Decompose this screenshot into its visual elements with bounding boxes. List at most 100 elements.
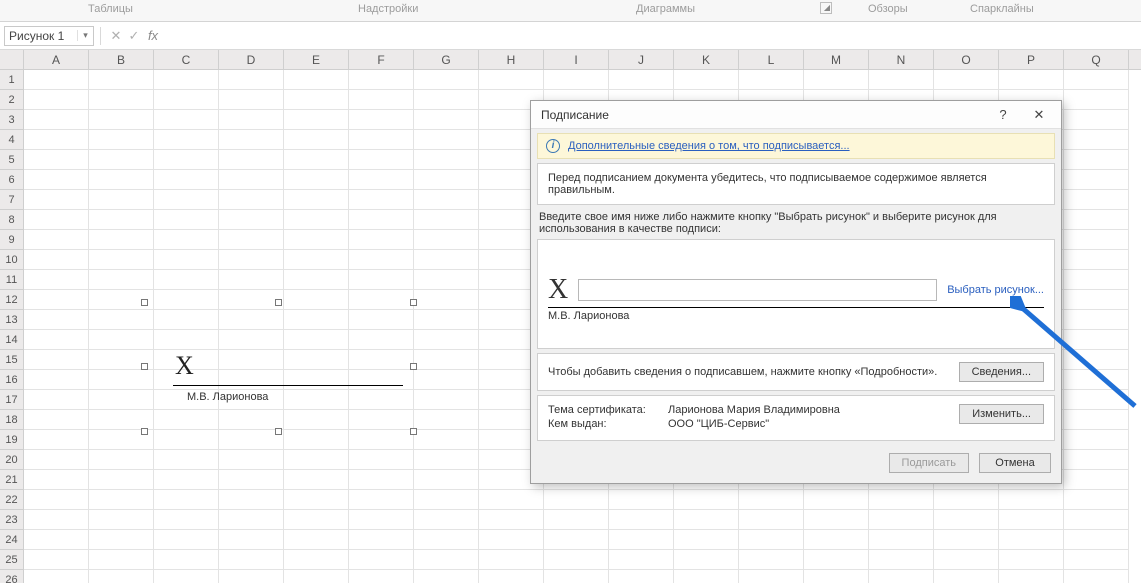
cell[interactable]	[479, 570, 544, 583]
cell[interactable]	[1064, 550, 1129, 570]
cell[interactable]	[1064, 190, 1129, 210]
cell[interactable]	[219, 170, 284, 190]
cell[interactable]	[284, 70, 349, 90]
column-header[interactable]: I	[544, 50, 609, 69]
cell[interactable]	[609, 530, 674, 550]
cell[interactable]	[1064, 510, 1129, 530]
cell[interactable]	[24, 350, 89, 370]
cell[interactable]	[24, 510, 89, 530]
cell[interactable]	[999, 70, 1064, 90]
row-header[interactable]: 23	[0, 510, 23, 530]
row-header[interactable]: 13	[0, 310, 23, 330]
cell[interactable]	[24, 450, 89, 470]
sign-button[interactable]: Подписать	[889, 453, 969, 473]
cell[interactable]	[1064, 210, 1129, 230]
cell[interactable]	[89, 530, 154, 550]
cell[interactable]	[999, 510, 1064, 530]
cell[interactable]	[1064, 310, 1129, 330]
cell[interactable]	[349, 550, 414, 570]
cell[interactable]	[349, 150, 414, 170]
row-header[interactable]: 1	[0, 70, 23, 90]
row-header[interactable]: 21	[0, 470, 23, 490]
cell[interactable]	[869, 490, 934, 510]
cell[interactable]	[1064, 370, 1129, 390]
cell[interactable]	[414, 270, 479, 290]
cell[interactable]	[219, 570, 284, 583]
cell[interactable]	[219, 490, 284, 510]
help-button[interactable]: ?	[985, 103, 1021, 127]
cell[interactable]	[154, 150, 219, 170]
cell[interactable]	[349, 130, 414, 150]
cell[interactable]	[154, 130, 219, 150]
column-header[interactable]: F	[349, 50, 414, 69]
cell[interactable]	[674, 70, 739, 90]
row-header[interactable]: 20	[0, 450, 23, 470]
cell[interactable]	[24, 550, 89, 570]
cell[interactable]	[219, 110, 284, 130]
resize-handle-ne[interactable]	[410, 299, 417, 306]
row-header[interactable]: 16	[0, 370, 23, 390]
cell[interactable]	[1064, 330, 1129, 350]
cell[interactable]	[869, 530, 934, 550]
name-box-dropdown-icon[interactable]: ▾	[77, 30, 93, 41]
cell[interactable]	[24, 530, 89, 550]
cell[interactable]	[414, 510, 479, 530]
cell[interactable]	[934, 530, 999, 550]
cell[interactable]	[414, 90, 479, 110]
cell[interactable]	[609, 510, 674, 530]
cancel-icon[interactable]: ✕	[107, 28, 125, 44]
row-header[interactable]: 15	[0, 350, 23, 370]
cell[interactable]	[24, 270, 89, 290]
cell[interactable]	[284, 450, 349, 470]
row-header[interactable]: 2	[0, 90, 23, 110]
cell[interactable]	[479, 550, 544, 570]
cell[interactable]	[219, 270, 284, 290]
row-header[interactable]: 9	[0, 230, 23, 250]
column-header[interactable]: C	[154, 50, 219, 69]
column-headers[interactable]: ABCDEFGHIJKLMNOPQ	[24, 50, 1141, 70]
cell[interactable]	[414, 430, 479, 450]
cell[interactable]	[674, 510, 739, 530]
cell[interactable]	[219, 150, 284, 170]
cell[interactable]	[154, 570, 219, 583]
cell[interactable]	[154, 170, 219, 190]
cell[interactable]	[284, 550, 349, 570]
cell[interactable]	[479, 490, 544, 510]
cell[interactable]	[739, 490, 804, 510]
cell[interactable]	[999, 550, 1064, 570]
column-header[interactable]: L	[739, 50, 804, 69]
cell[interactable]	[999, 570, 1064, 583]
row-header[interactable]: 5	[0, 150, 23, 170]
cell[interactable]	[414, 570, 479, 583]
cell[interactable]	[544, 70, 609, 90]
cell[interactable]	[24, 290, 89, 310]
cell[interactable]	[219, 250, 284, 270]
cell[interactable]	[89, 110, 154, 130]
cell[interactable]	[89, 250, 154, 270]
cell[interactable]	[89, 210, 154, 230]
cell[interactable]	[804, 550, 869, 570]
cell[interactable]	[739, 550, 804, 570]
cell[interactable]	[349, 510, 414, 530]
cell[interactable]	[349, 430, 414, 450]
change-cert-button[interactable]: Изменить...	[959, 404, 1044, 424]
cell[interactable]	[349, 530, 414, 550]
cell[interactable]	[219, 190, 284, 210]
cell[interactable]	[284, 170, 349, 190]
cell[interactable]	[414, 530, 479, 550]
cell[interactable]	[934, 70, 999, 90]
row-header[interactable]: 18	[0, 410, 23, 430]
cell[interactable]	[609, 70, 674, 90]
row-header[interactable]: 26	[0, 570, 23, 583]
row-header[interactable]: 19	[0, 430, 23, 450]
cell[interactable]	[414, 150, 479, 170]
select-image-link[interactable]: Выбрать рисунок...	[947, 284, 1044, 296]
cell[interactable]	[414, 450, 479, 470]
cell[interactable]	[1064, 130, 1129, 150]
cell[interactable]	[284, 270, 349, 290]
cell[interactable]	[284, 110, 349, 130]
cell[interactable]	[609, 570, 674, 583]
column-header[interactable]: H	[479, 50, 544, 69]
cell[interactable]	[284, 430, 349, 450]
cell[interactable]	[414, 210, 479, 230]
